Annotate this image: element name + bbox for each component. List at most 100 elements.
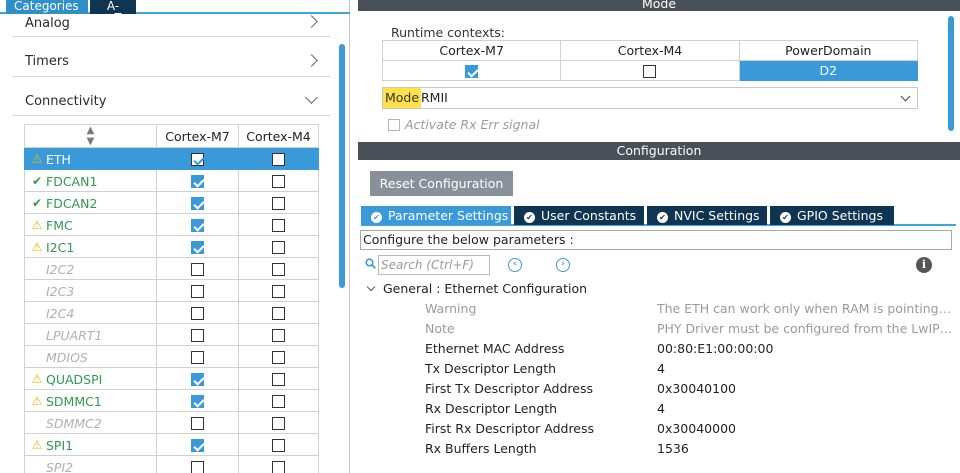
rx-err-checkbox[interactable] [388,119,400,131]
table-row[interactable]: MDIOS [24,345,319,368]
m4-checkbox[interactable] [272,439,285,452]
table-row[interactable]: ⚠ ETH [24,147,319,170]
peripheral-panel: Categories A->Z Analog Timers Connectivi… [0,0,350,473]
column-header-m7[interactable]: Cortex-M7 [156,124,239,148]
m7-checkbox[interactable] [191,285,204,298]
m7-checkbox[interactable] [191,219,204,232]
m7-cell [156,389,239,412]
chevron-right-icon [305,54,318,67]
warning-triangle-icon: ⚠ [31,372,43,386]
m7-cell [156,191,239,214]
m4-checkbox[interactable] [272,329,285,342]
tab-gpio-settings[interactable]: ✔ GPIO Settings [770,206,894,225]
parameter-row[interactable]: First Rx Descriptor Address 0x30040000 [425,419,955,439]
m7-checkbox[interactable] [191,307,204,320]
column-header-m4[interactable]: Cortex-M4 [238,124,319,148]
peripheral-name-cell: ⚠ FMC [24,213,157,236]
m4-cell [238,455,319,473]
m4-checkbox[interactable] [272,395,285,408]
m7-checkbox[interactable] [191,417,204,430]
m7-checkbox[interactable] [191,439,204,452]
m7-checkbox[interactable] [191,461,204,473]
parameter-value[interactable]: 4 [657,399,955,419]
reset-configuration-button[interactable]: Reset Configuration [370,171,513,196]
table-row[interactable]: SPI2 [24,455,319,473]
warning-triangle-icon: ⚠ [31,152,43,166]
mode-label: Mode [383,88,422,108]
category-connectivity[interactable]: Connectivity [12,77,330,116]
m4-checkbox[interactable] [272,153,285,166]
parameter-value[interactable]: PHY Driver must be configured from the L… [657,319,955,339]
tab-user-constants[interactable]: ✔ User Constants [514,206,644,225]
parameter-row[interactable]: Warning The ETH can work only when RAM is… [425,299,955,319]
info-icon[interactable]: i [916,257,932,273]
peripheral-name-cell: I2C3 [24,279,157,302]
m4-checkbox[interactable] [272,417,285,430]
m7-checkbox[interactable] [191,263,204,276]
table-row[interactable]: I2C4 [24,301,319,324]
m7-cell [156,279,239,302]
table-row[interactable]: I2C2 [24,257,319,280]
table-row[interactable]: ⚠ FMC [24,213,319,236]
m4-checkbox[interactable] [272,461,285,473]
m4-checkbox[interactable] [272,373,285,386]
category-timers[interactable]: Timers [12,38,330,77]
m4-cell [238,147,319,170]
tab-nvic-settings[interactable]: ✔ NVIC Settings [647,206,767,225]
parameter-row[interactable]: Rx Descriptor Length 4 [425,399,955,419]
m7-cell [156,345,239,368]
previous-result-icon[interactable]: ‹ [508,258,522,272]
table-row[interactable]: ✔ FDCAN1 [24,169,319,192]
parameter-value[interactable]: 4 [657,359,955,379]
runtime-m4-checkbox[interactable] [643,65,657,78]
parameter-row[interactable]: First Tx Descriptor Address 0x30040100 [425,379,955,399]
scrollbar[interactable] [948,16,954,131]
parameter-value[interactable]: The ETH can work only when RAM is pointi… [657,299,955,319]
scrollbar[interactable] [339,44,345,288]
parameter-row[interactable]: Ethernet MAC Address 00:80:E1:00:00:00 [425,339,955,359]
m7-checkbox[interactable] [191,241,204,254]
search-input[interactable]: Search (Ctrl+F) [378,255,490,275]
m7-checkbox[interactable] [191,175,204,188]
m4-checkbox[interactable] [272,241,285,254]
parameter-row[interactable]: Note PHY Driver must be configured from t… [425,319,955,339]
mode-select[interactable]: Mode RMII [382,87,918,109]
parameter-value[interactable]: 1536 [657,439,955,459]
table-row[interactable]: ✔ FDCAN2 [24,191,319,214]
table-row[interactable]: ⚠ SDMMC1 [24,389,319,412]
parameter-value[interactable]: 0x30040100 [657,379,955,399]
category-analog[interactable]: Analog [12,0,330,37]
parameter-value[interactable]: 0x30040000 [657,419,955,439]
runtime-m7-checkbox[interactable] [465,65,479,78]
m7-checkbox[interactable] [191,351,204,364]
power-domain-value[interactable]: D2 [738,60,919,81]
parameter-row[interactable]: Rx Buffers Length 1536 [425,439,955,459]
table-row[interactable]: ⚠ QUADSPI [24,367,319,390]
table-row[interactable]: I2C3 [24,279,319,302]
table-row[interactable]: ⚠ SPI1 [24,433,319,456]
m4-cell [238,433,319,456]
next-result-icon[interactable]: › [556,258,570,272]
m7-checkbox[interactable] [191,373,204,386]
m4-checkbox[interactable] [272,175,285,188]
parameter-value[interactable]: 00:80:E1:00:00:00 [657,339,955,359]
table-row[interactable]: SDMMC2 [24,411,319,434]
m7-checkbox[interactable] [191,153,204,166]
table-row[interactable]: ⚠ I2C1 [24,235,319,258]
parameter-row[interactable]: Tx Descriptor Length 4 [425,359,955,379]
peripheral-name: MDIOS [46,349,88,365]
parameter-group[interactable]: General : Ethernet Configuration [366,281,587,296]
m4-checkbox[interactable] [272,351,285,364]
m4-checkbox[interactable] [272,197,285,210]
m4-checkbox[interactable] [272,263,285,276]
table-row[interactable]: LPUART1 [24,323,319,346]
m4-checkbox[interactable] [272,307,285,320]
m4-checkbox[interactable] [272,285,285,298]
sort-icon[interactable]: ▲ ▼ [24,124,157,148]
m7-checkbox[interactable] [191,395,204,408]
tab-parameter-settings[interactable]: ✔ Parameter Settings [361,206,511,225]
m7-checkbox[interactable] [191,197,204,210]
m7-checkbox[interactable] [191,329,204,342]
m4-checkbox[interactable] [272,219,285,232]
rx-err-option[interactable]: Activate Rx Err signal [388,117,540,132]
